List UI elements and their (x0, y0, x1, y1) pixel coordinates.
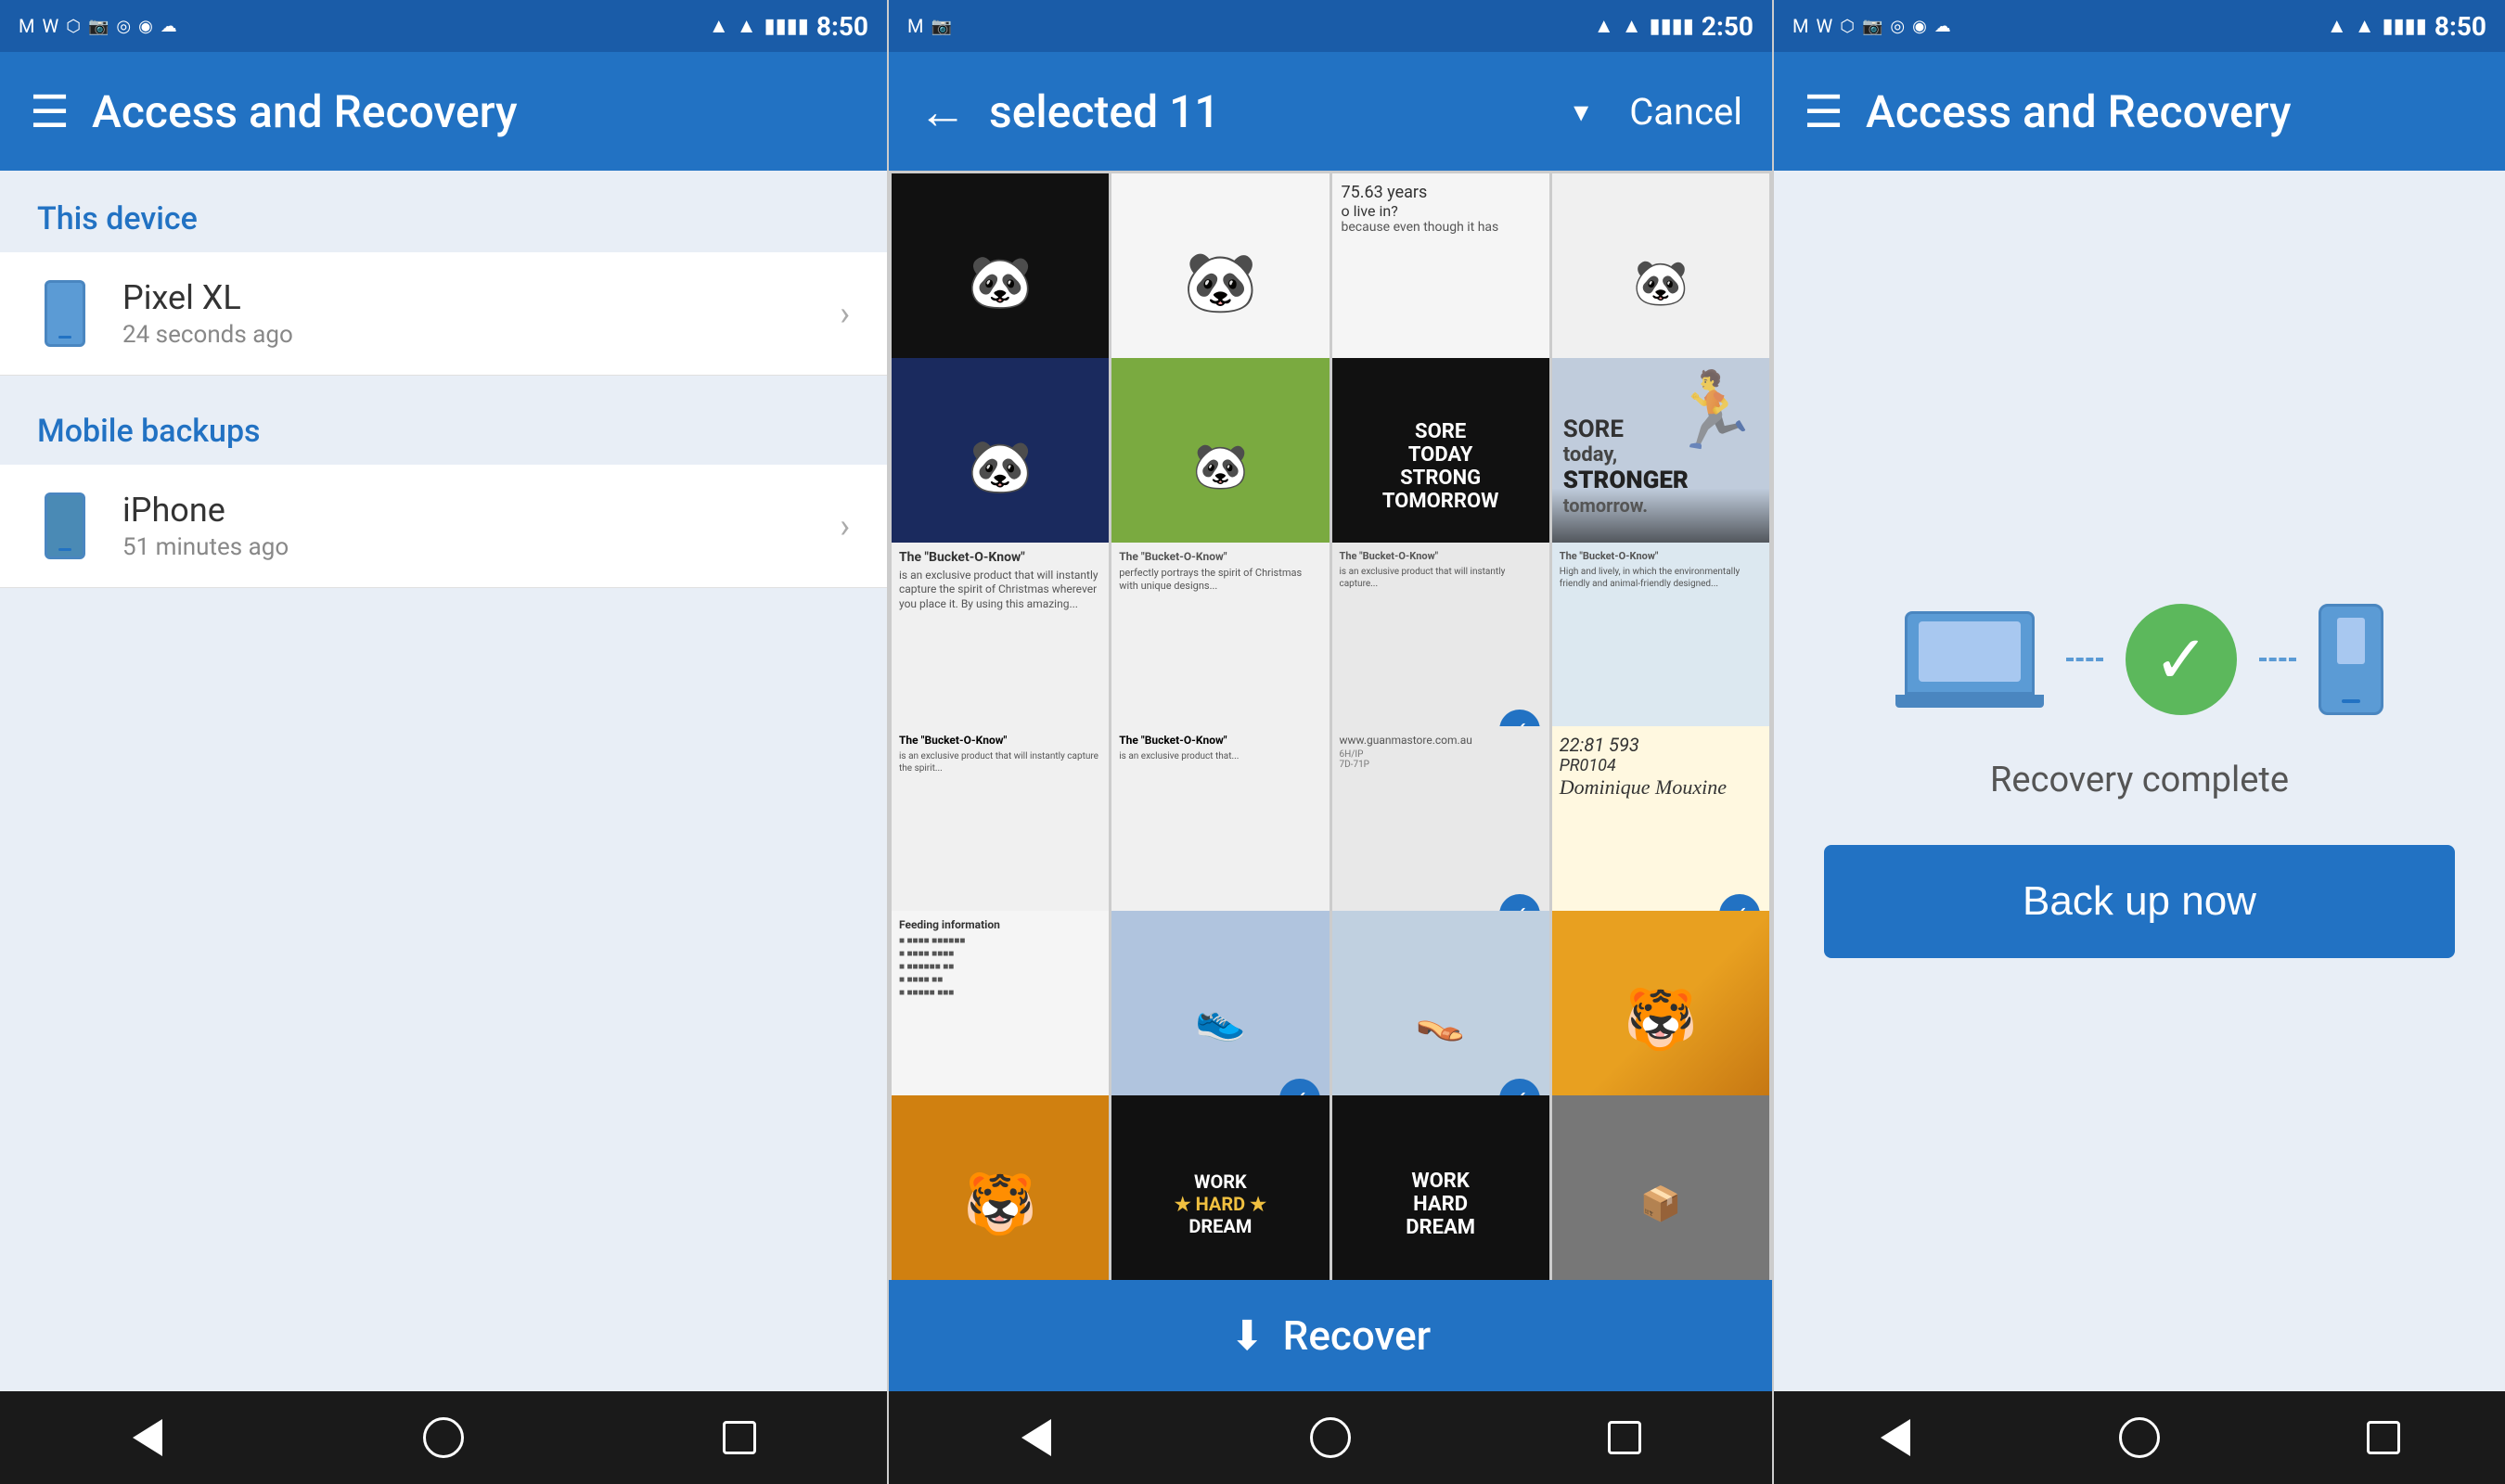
app-bar-right: ☰ Access and Recovery (1774, 52, 2505, 171)
battery-icon: ▮▮▮▮ (764, 15, 808, 38)
status-bar-left: M W ⬡ 📷 ◎ ◉ ☁ ▲ ▲ ▮▮▮▮ 8:50 (0, 0, 887, 52)
device-info-iphone: iPhone 51 minutes ago (122, 491, 810, 561)
battery-icon-mid: ▮▮▮▮ (1649, 15, 1693, 38)
home-button-mid[interactable] (1298, 1405, 1363, 1470)
menu-icon-right[interactable]: ☰ (1804, 85, 1843, 138)
recent-button-mid[interactable] (1592, 1405, 1657, 1470)
device-time-pixel: 24 seconds ago (122, 321, 810, 349)
recover-icon: ⬇ (1230, 1311, 1265, 1360)
dashed-line-left (2066, 658, 2103, 661)
time-right: 8:50 (2434, 11, 2486, 42)
status-bar-right: M W ⬡ 📷 ◎ ◉ ☁ ▲ ▲ ▮▮▮▮ 8:50 (1774, 0, 2505, 52)
mail-icon: M (19, 15, 34, 37)
recovery-status-text: Recovery complete (1990, 760, 2289, 800)
chevron-icon-pixel: › (840, 294, 850, 333)
instagram-icon-right-1: ◎ (1890, 17, 1905, 36)
signal-icon: ▲ (737, 14, 757, 38)
word-icon-right: W (1816, 15, 1832, 37)
bottom-nav-mid (889, 1391, 1772, 1484)
phone-icon-iphone (37, 493, 93, 559)
panel-recovery-complete: M W ⬡ 📷 ◎ ◉ ☁ ▲ ▲ ▮▮▮▮ 8:50 ☰ Access and… (1774, 0, 2505, 1484)
cloud-icon: ☁ (161, 17, 177, 36)
section-divider (0, 376, 887, 383)
recovery-illustration: ✓ (1895, 604, 2383, 715)
time-left: 8:50 (816, 11, 868, 42)
recover-label: Recover (1283, 1311, 1432, 1360)
phone-icon-pixel (37, 280, 93, 347)
signal-icon-right: ▲ (2355, 14, 2375, 38)
camera-icon: 📷 (88, 17, 109, 36)
page-title-left: Access and Recovery (92, 85, 857, 138)
status-icons-right-left: ▲ ▲ ▮▮▮▮ 8:50 (709, 11, 868, 42)
bottom-nav-left (0, 1391, 887, 1484)
photo-cell-23[interactable]: WORK HARD DREAM (1332, 1095, 1549, 1280)
wifi-icon-right: ▲ (2327, 14, 2347, 38)
photo-grid: 🐼 🐼 75.63 years o live in? because even … (889, 171, 1772, 1280)
app-icon-1: ⬡ (66, 17, 81, 36)
recent-button-right[interactable] (2351, 1405, 2416, 1470)
photo-cell-21[interactable]: 🐯 (892, 1095, 1109, 1280)
recovery-content: ✓ Recovery complete Back up now (1774, 171, 2505, 1391)
laptop-icon-wrap (1895, 611, 2044, 708)
status-icons-mid-right: ▲ ▲ ▮▮▮▮ 2:50 (1594, 11, 1754, 42)
back-button-mid[interactable] (1004, 1405, 1069, 1470)
back-button-left[interactable] (115, 1405, 180, 1470)
content-left: This device Pixel XL 24 seconds ago › Mo… (0, 171, 887, 1391)
mail-icon-mid: M (907, 15, 923, 37)
camera-icon-right: 📷 (1862, 17, 1882, 36)
status-icons-mid-left: M 📷 (907, 15, 952, 37)
section-this-device: This device (0, 171, 887, 252)
status-icons-right-left2: M W ⬡ 📷 ◎ ◉ ☁ (1792, 15, 1951, 37)
chevron-icon-iphone: › (840, 506, 850, 545)
phone-icon-large (2319, 604, 2383, 715)
camera-icon-mid: 📷 (931, 17, 951, 36)
battery-icon-right: ▮▮▮▮ (2382, 15, 2426, 38)
instagram-icon-1: ◎ (116, 17, 131, 36)
app-icon-right-1: ⬡ (1840, 17, 1855, 36)
selected-count-label: selected 11 (989, 85, 1544, 138)
dropdown-arrow[interactable]: ▾ (1574, 94, 1588, 129)
wifi-icon: ▲ (709, 14, 729, 38)
laptop-screen (1919, 621, 2021, 682)
app-bar-mid: ← selected 11 ▾ Cancel (889, 52, 1772, 171)
status-icons-left: M W ⬡ 📷 ◎ ◉ ☁ (19, 15, 177, 37)
status-bar-mid: M 📷 ▲ ▲ ▮▮▮▮ 2:50 (889, 0, 1772, 52)
backup-now-button[interactable]: Back up now (1824, 845, 2455, 958)
signal-icon-mid: ▲ (1622, 14, 1642, 38)
device-item-pixel[interactable]: Pixel XL 24 seconds ago › (0, 252, 887, 376)
home-button-left[interactable] (411, 1405, 476, 1470)
photo-cell-24[interactable]: 📦 (1552, 1095, 1769, 1280)
time-mid: 2:50 (1702, 11, 1754, 42)
photo-cell-22[interactable]: WORK ★ HARD ★ DREAM (1111, 1095, 1329, 1280)
instagram-icon-2: ◉ (138, 17, 153, 36)
mail-icon-right: M (1792, 15, 1808, 37)
bottom-nav-right (1774, 1391, 2505, 1484)
app-bar-left: ☰ Access and Recovery (0, 52, 887, 171)
recent-button-left[interactable] (707, 1405, 772, 1470)
back-button-right[interactable] (1863, 1405, 1928, 1470)
device-time-iphone: 51 minutes ago (122, 533, 810, 561)
cancel-button[interactable]: Cancel (1629, 90, 1742, 134)
dashed-line-right (2259, 658, 2296, 661)
word-icon: W (42, 15, 58, 37)
home-button-right[interactable] (2107, 1405, 2172, 1470)
wifi-icon-mid: ▲ (1594, 14, 1614, 38)
page-title-right: Access and Recovery (1866, 85, 2475, 138)
cloud-icon-right: ☁ (1934, 17, 1951, 36)
success-check-icon: ✓ (2126, 604, 2237, 715)
device-name-pixel: Pixel XL (122, 278, 810, 317)
laptop-body (1905, 611, 2035, 695)
back-button-appbar[interactable]: ← (918, 83, 967, 140)
status-icons-right-right: ▲ ▲ ▮▮▮▮ 8:50 (2327, 11, 2486, 42)
menu-icon-left[interactable]: ☰ (30, 85, 70, 138)
instagram-icon-right-2: ◉ (1912, 17, 1927, 36)
recover-bar[interactable]: ⬇ Recover (889, 1280, 1772, 1391)
section-mobile-backups: Mobile backups (0, 383, 887, 465)
device-item-iphone[interactable]: iPhone 51 minutes ago › (0, 465, 887, 588)
laptop-base (1895, 695, 2044, 708)
device-info-pixel: Pixel XL 24 seconds ago (122, 278, 810, 349)
panel-photo-selection: M 📷 ▲ ▲ ▮▮▮▮ 2:50 ← selected 11 ▾ Cancel… (887, 0, 1774, 1484)
panel-access-recovery-left: M W ⬡ 📷 ◎ ◉ ☁ ▲ ▲ ▮▮▮▮ 8:50 ☰ Access and… (0, 0, 887, 1484)
device-name-iphone: iPhone (122, 491, 810, 530)
